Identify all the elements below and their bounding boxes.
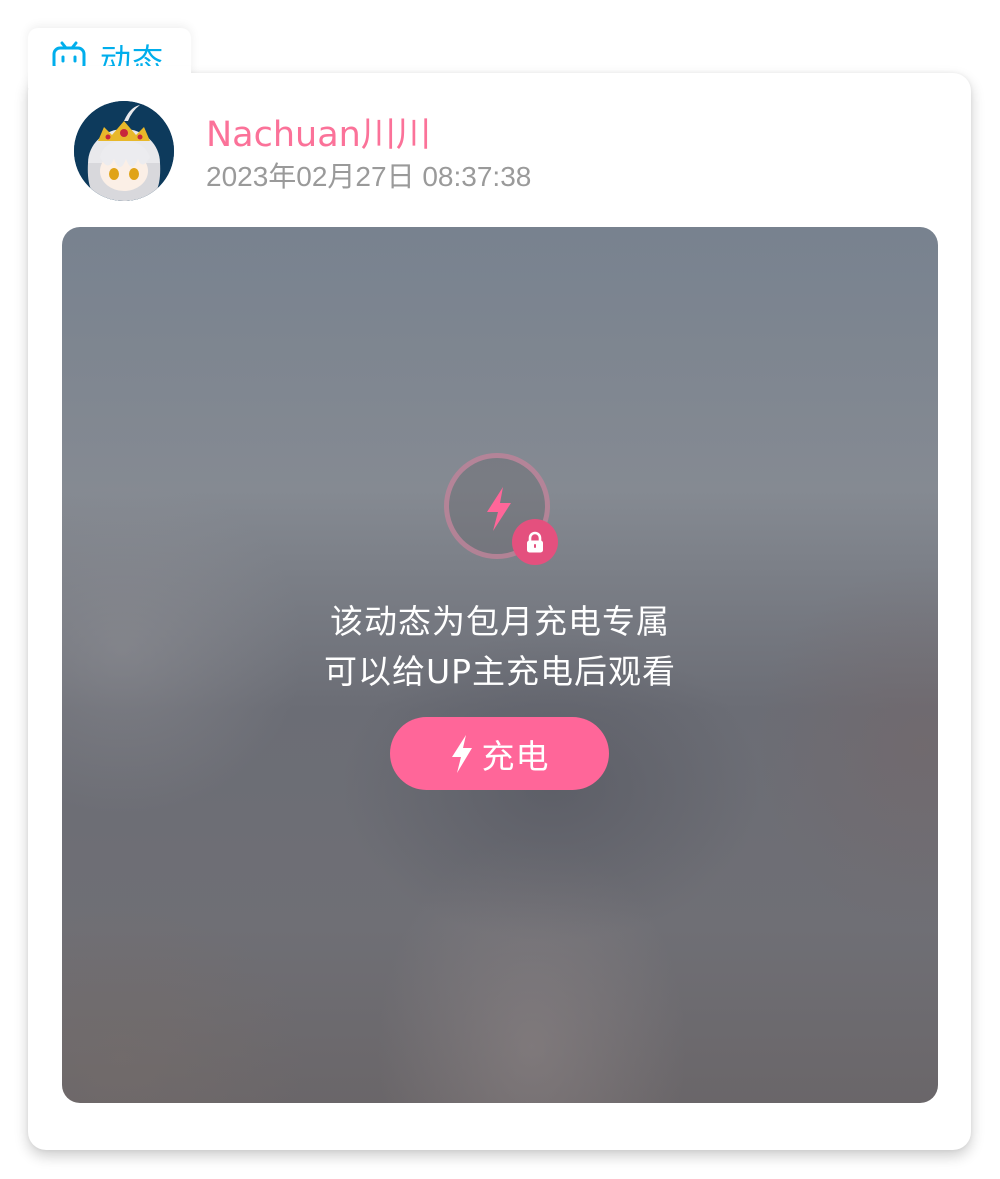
- lock-message-line2: 可以给UP主充电后观看: [323, 652, 677, 691]
- lock-badge: [512, 519, 558, 565]
- username[interactable]: Nachuan川川: [206, 106, 431, 157]
- charge-button-label: 充电: [481, 736, 550, 776]
- page: 动态 Nachuan川川 2023年02月27日 08:37:38 该动态为包月…: [0, 0, 1000, 1179]
- locked-media-panel: 该动态为包月充电专属 可以给UP主充电后观看 充电: [62, 227, 938, 1103]
- lock-icon: [527, 531, 543, 553]
- bolt-icon: [451, 734, 472, 773]
- avatar-illustration: [74, 101, 174, 201]
- lock-message-line1: 该动态为包月充电专属: [330, 602, 670, 641]
- post-timestamp: 2023年02月27日 08:37:38: [206, 161, 532, 192]
- avatar[interactable]: [74, 101, 174, 201]
- charge-button[interactable]: 充电: [390, 717, 609, 790]
- bolt-icon: [487, 487, 511, 531]
